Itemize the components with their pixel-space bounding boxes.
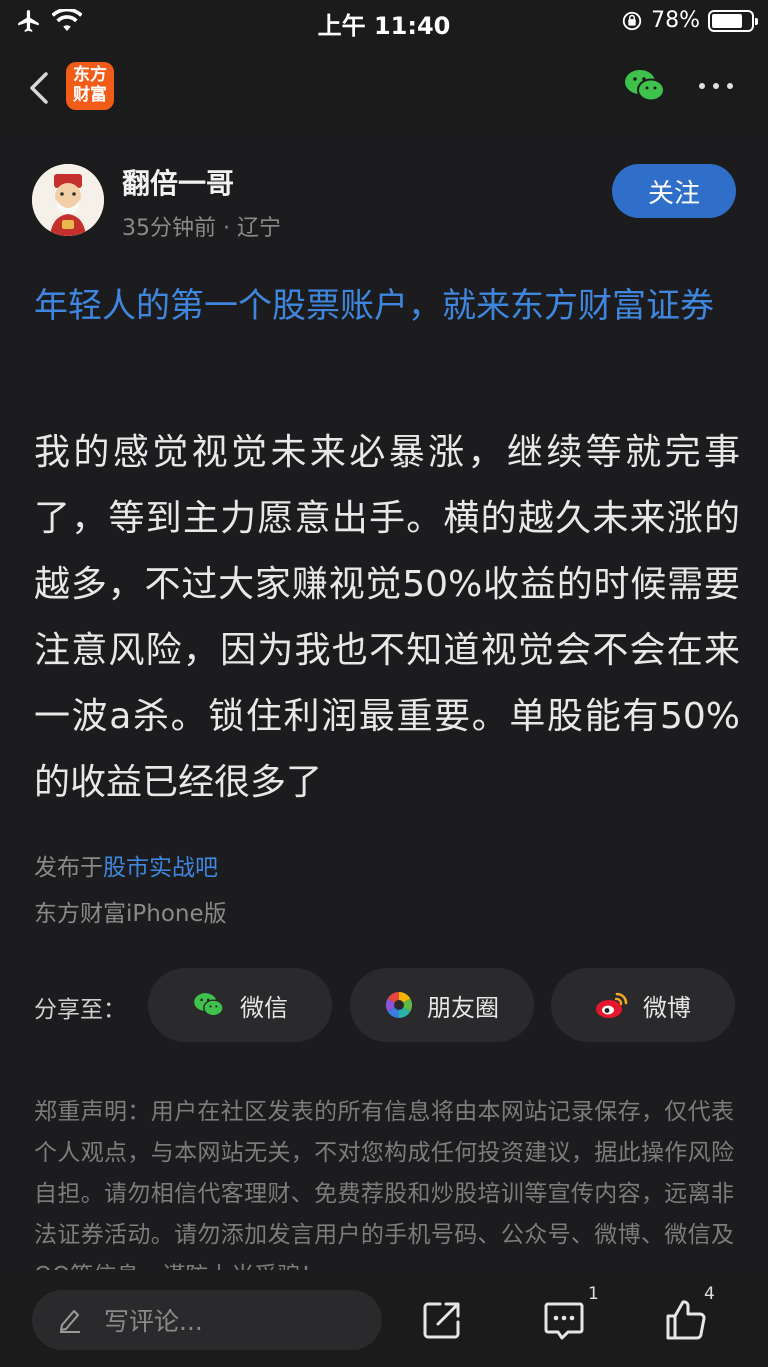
like-count: 4: [704, 1284, 715, 1304]
status-bar: 上午 11:40 78%: [0, 0, 768, 44]
rotation-lock-icon: [622, 11, 642, 30]
share-weibo-label: 微博: [643, 993, 691, 1022]
comment-placeholder: 写评论...: [104, 1307, 203, 1336]
share-moments-label: 朋友圈: [427, 993, 499, 1022]
wechat-share-icon[interactable]: [622, 66, 668, 106]
comment-icon[interactable]: [542, 1298, 586, 1342]
comment-count: 1: [588, 1284, 599, 1304]
app-logo[interactable]: 东方 财富: [66, 62, 114, 110]
share-weibo-button[interactable]: 微博: [551, 968, 735, 1042]
bottom-bar: 写评论... 1 4: [0, 1272, 768, 1367]
post-title-ad-link[interactable]: 年轻人的第一个股票账户，就来东方财富证券: [34, 278, 740, 334]
wechat-icon: [194, 993, 224, 1017]
like-icon[interactable]: [664, 1298, 708, 1342]
share-moments-button[interactable]: 朋友圈: [350, 968, 534, 1042]
status-right: 78%: [621, 8, 758, 33]
logo-line-2: 财富: [73, 85, 107, 105]
share-wechat-label: 微信: [240, 993, 288, 1022]
moments-icon: [385, 991, 413, 1019]
author-name[interactable]: 翻倍一哥: [122, 162, 234, 202]
more-icon[interactable]: [696, 72, 736, 100]
avatar[interactable]: [32, 164, 104, 236]
avatar-image: [32, 164, 104, 236]
share-label: 分享至：: [34, 997, 126, 1023]
follow-button[interactable]: 关注: [612, 164, 736, 218]
share-forward-icon[interactable]: [420, 1298, 464, 1342]
weibo-icon: [596, 992, 628, 1018]
comment-input[interactable]: 写评论...: [32, 1290, 382, 1350]
post-body: 我的感觉视觉未来必暴涨，继续等就完事了，等到主力愿意出手。横的越久未来涨的越多，…: [34, 432, 740, 803]
back-icon[interactable]: [22, 66, 58, 110]
battery-fill: [712, 13, 742, 28]
nav-bar: 东方 财富: [0, 44, 768, 132]
pencil-icon: [60, 1310, 80, 1333]
post-device: 东方财富iPhone版: [34, 901, 227, 927]
published-prefix: 发布于: [34, 855, 103, 881]
published-in: 发布于股市实战吧: [34, 848, 218, 882]
share-wechat-button[interactable]: 微信: [148, 968, 332, 1042]
post-meta: 35分钟前 · 辽宁: [122, 216, 281, 241]
logo-line-1: 东方: [73, 65, 107, 85]
battery-percent: 78%: [651, 8, 700, 33]
forum-link[interactable]: 股市实战吧: [103, 855, 218, 881]
battery-icon: [708, 9, 758, 32]
disclaimer: 郑重声明：用户在社区发表的所有信息将由本网站记录保存，仅代表个人观点，与本网站无…: [34, 1099, 734, 1270]
